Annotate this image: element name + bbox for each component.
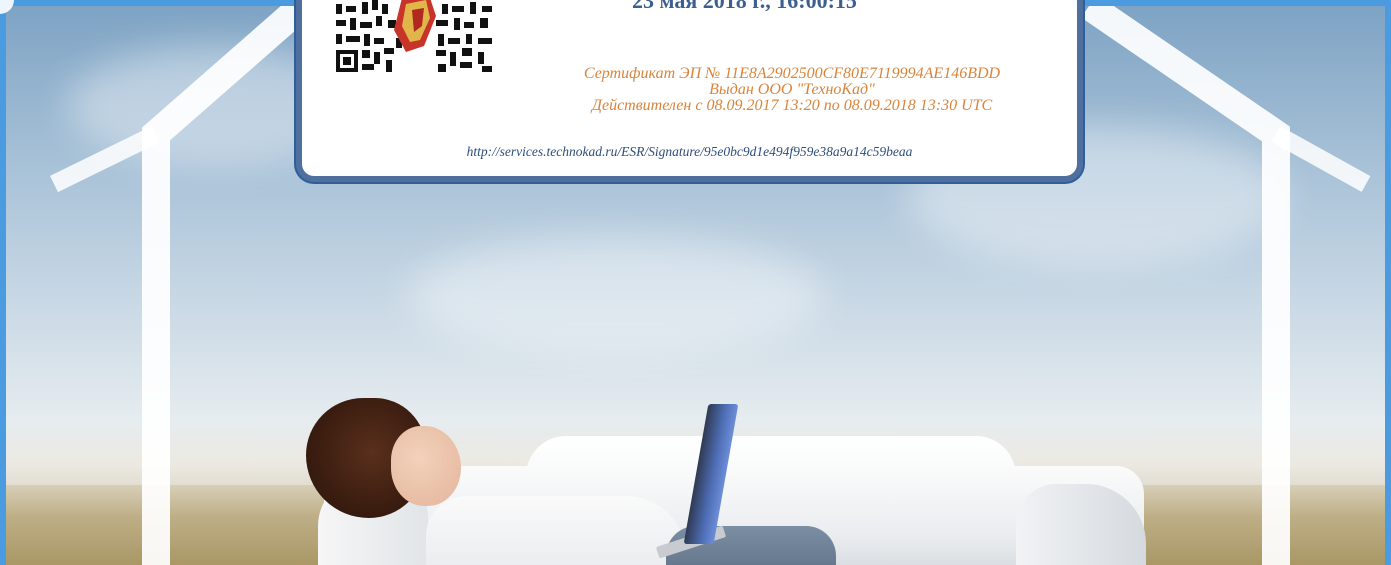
certificate-validity: Действителен с 08.09.2017 13:20 по 08.09… xyxy=(591,97,993,114)
woman-torso xyxy=(426,496,686,565)
woman-face xyxy=(391,426,461,506)
signature-date: 23 мая 2018 г., 16:00:15 xyxy=(632,0,857,13)
certificate-info: Сертификат ЭП № 11E8A2902500CF80E7119994… xyxy=(522,66,1062,114)
certificate-number: Сертификат ЭП № 11E8A2902500CF80E7119994… xyxy=(583,65,1001,82)
qr-code-icon xyxy=(332,0,498,76)
certificate-issuer: Выдан ООО "ТехноКад" xyxy=(709,81,875,98)
signature-url: http://services.technokad.ru/ESR/Signatu… xyxy=(466,144,913,159)
electronic-signature-stamp: 23 мая 2018 г., 16:00:15 Сертификат ЭП №… xyxy=(296,0,1083,182)
